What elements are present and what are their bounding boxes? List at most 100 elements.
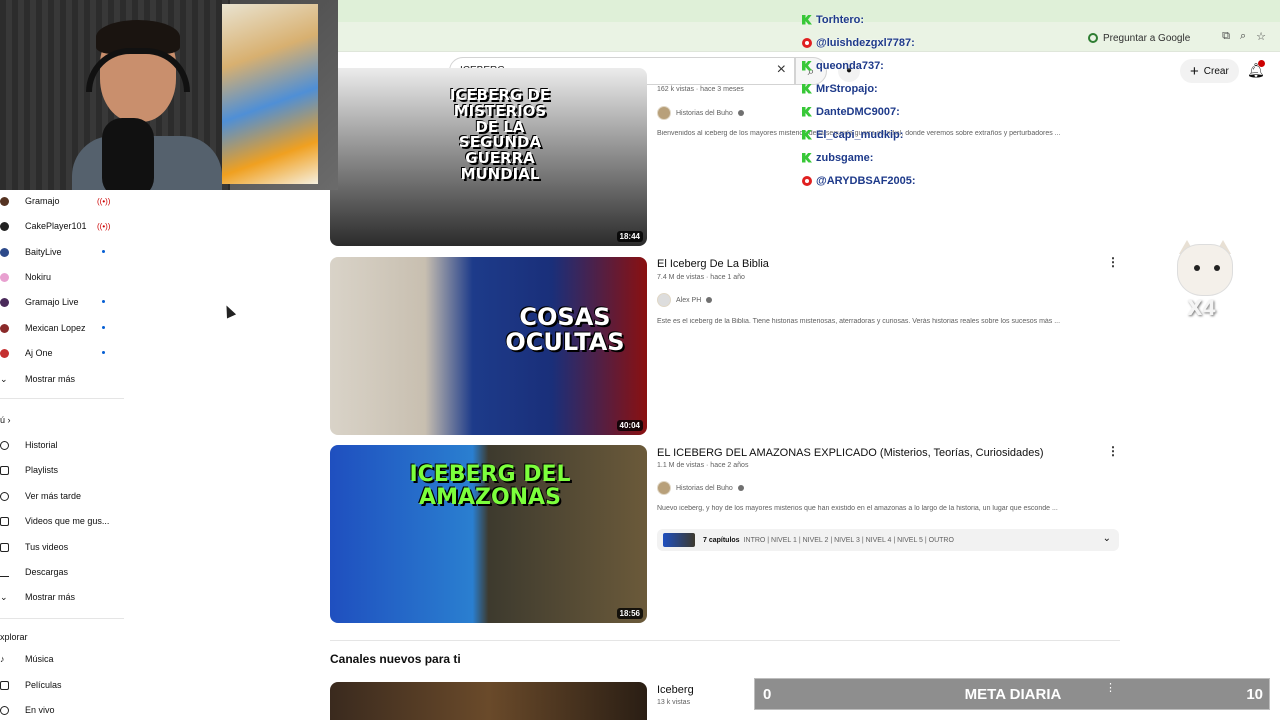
sidebar-item-movies[interactable]: Películas bbox=[0, 674, 124, 696]
channel-avatar bbox=[0, 323, 9, 333]
more-actions-icon[interactable]: ⋮ bbox=[1107, 445, 1119, 457]
channel-avatar bbox=[657, 293, 671, 307]
history-icon bbox=[0, 440, 9, 450]
sidebar-item-baitylive[interactable]: BaityLive bbox=[0, 241, 124, 263]
webcam-overlay bbox=[0, 0, 338, 190]
poster bbox=[222, 4, 318, 184]
sidebar-item-cakeplayer101[interactable]: CakePlayer101 ((•)) bbox=[0, 215, 124, 237]
channel-avatar bbox=[0, 297, 9, 307]
channel-name: Historias del Buho bbox=[676, 109, 733, 117]
chapters-count: 7 capítulos bbox=[703, 536, 740, 544]
thumbs-up-icon bbox=[0, 516, 9, 526]
chat-message: MrStropajo: bbox=[802, 77, 1272, 100]
video-duration: 18:56 bbox=[616, 608, 643, 619]
video-meta: 7.4 M de vistas · hace 1 año bbox=[657, 274, 745, 281]
sidebar: Gramajo ((•)) CakePlayer101 ((•)) BaityL… bbox=[0, 190, 124, 720]
sidebar-item-label: Mexican Lopez bbox=[25, 323, 86, 333]
sidebar-item-history[interactable]: Historial bbox=[0, 434, 124, 456]
clock-icon bbox=[0, 491, 9, 501]
screen: Preguntar a Google ⧉ ⌕ ☆ ICEBERG × ⌕ ● +… bbox=[0, 0, 1280, 720]
video-duration: 40:04 bbox=[616, 420, 643, 431]
sidebar-item-nokiru[interactable]: Nokiru bbox=[0, 266, 124, 288]
sidebar-divider bbox=[0, 618, 124, 619]
chat-message: @ARYDBSAF2005: bbox=[802, 169, 1272, 192]
sidebar-section-you[interactable]: ú › bbox=[0, 415, 11, 425]
chat-username: Torhtero: bbox=[816, 13, 865, 26]
video-thumbnail[interactable]: COSAS OCULTAS 40:04 bbox=[330, 257, 647, 435]
new-content-dot bbox=[102, 300, 105, 303]
chat-message: @luishdezgxl7787: bbox=[802, 31, 1272, 54]
sidebar-item-label: Música bbox=[25, 654, 54, 664]
sidebar-item-downloads[interactable]: Descargas bbox=[0, 561, 124, 583]
thumbnail-text: ICEBERG DEL AMAZONAS bbox=[409, 462, 571, 511]
emote-multiplier: X4 bbox=[1187, 296, 1217, 320]
channel-name: Historias del Buho bbox=[676, 484, 733, 492]
sidebar-item-label: Mostrar más bbox=[25, 592, 76, 602]
video-meta: 1.1 M de vistas · hace 2 años bbox=[657, 462, 749, 469]
chat-message: El_capi_mudkip: bbox=[802, 123, 1272, 146]
sidebar-item-watch-later[interactable]: Ver más tarde bbox=[0, 485, 124, 507]
sidebar-item-label: Aj One bbox=[25, 348, 53, 358]
music-note-icon: ♪ bbox=[0, 653, 5, 664]
channel-name: Alex PH bbox=[676, 296, 702, 304]
channel-avatar bbox=[0, 196, 9, 206]
sidebar-item-label: Historial bbox=[25, 440, 58, 450]
sidebar-item-gramajo[interactable]: Gramajo ((•)) bbox=[0, 190, 124, 212]
new-content-dot bbox=[102, 326, 105, 329]
sidebar-item-live[interactable]: En vivo bbox=[0, 699, 124, 720]
live-icon: ((•)) bbox=[97, 196, 111, 206]
youtube-icon bbox=[802, 37, 812, 48]
sidebar-item-label: Descargas bbox=[25, 567, 69, 577]
channel-title[interactable]: Iceberg bbox=[657, 684, 694, 696]
sidebar-divider bbox=[0, 398, 124, 399]
youtube-icon bbox=[802, 175, 812, 186]
video-channel[interactable]: Historias del Buho bbox=[657, 481, 744, 495]
sidebar-item-label: Playlists bbox=[25, 465, 59, 475]
video-title[interactable]: El Iceberg De La Biblia bbox=[657, 258, 769, 270]
channel-avatar bbox=[0, 247, 9, 257]
new-channels-heading: Canales nuevos para ti bbox=[330, 652, 461, 666]
sidebar-item-label: Nokiru bbox=[25, 272, 52, 282]
sidebar-item-label: Ver más tarde bbox=[25, 491, 82, 501]
chapters-bar[interactable]: 7 capítulos INTRO | NIVEL 1 | NIVEL 2 | … bbox=[657, 529, 1119, 551]
channel-thumbnail[interactable] bbox=[330, 682, 647, 720]
sidebar-item-gramajo-live[interactable]: Gramajo Live bbox=[0, 291, 124, 313]
chevron-down-icon[interactable]: ⌄ bbox=[1103, 533, 1111, 544]
cat-face bbox=[1177, 244, 1233, 296]
sidebar-item-playlists[interactable]: Playlists bbox=[0, 459, 124, 481]
sidebar-item-liked-videos[interactable]: Videos que me gus... bbox=[0, 510, 124, 532]
sidebar-item-your-videos[interactable]: Tus videos bbox=[0, 536, 124, 558]
sidebar-item-music[interactable]: ♪ Música bbox=[0, 648, 124, 670]
cat-eye bbox=[1194, 265, 1200, 271]
sidebar-item-label: BaityLive bbox=[25, 247, 62, 257]
kick-icon bbox=[802, 14, 812, 25]
verified-icon bbox=[737, 485, 744, 491]
sidebar-show-more-subscriptions[interactable]: ⌄ Mostrar más bbox=[0, 368, 124, 390]
sidebar-section-explore: xplorar bbox=[0, 632, 28, 642]
sidebar-item-label: En vivo bbox=[25, 705, 55, 715]
video-thumbnail[interactable]: ICEBERG DE MISTERIOS DE LA SEGUNDA GUERR… bbox=[330, 68, 647, 246]
sidebar-show-more-you[interactable]: ⌄ Mostrar más bbox=[0, 586, 124, 608]
mouse-cursor bbox=[221, 303, 237, 319]
goal-target: 10 bbox=[1246, 686, 1263, 703]
video-channel[interactable]: Historias del Buho bbox=[657, 106, 744, 120]
chat-message: DanteDMC9007: bbox=[802, 100, 1272, 123]
sidebar-item-label: Mostrar más bbox=[25, 374, 76, 384]
video-thumbnail[interactable]: ICEBERG DEL AMAZONAS 18:56 bbox=[330, 445, 647, 623]
sidebar-item-label: CakePlayer101 bbox=[25, 221, 87, 231]
chevron-down-icon: ⌄ bbox=[0, 591, 8, 602]
sidebar-item-mexican-lopez[interactable]: Mexican Lopez bbox=[0, 317, 124, 339]
download-icon bbox=[0, 568, 9, 577]
sidebar-item-aj-one[interactable]: Aj One bbox=[0, 342, 124, 364]
new-content-dot bbox=[102, 351, 105, 354]
cat-emote-overlay: X4 bbox=[1175, 240, 1235, 320]
video-channel[interactable]: Alex PH bbox=[657, 293, 713, 307]
clear-search-icon[interactable]: × bbox=[777, 61, 786, 79]
video-title[interactable]: EL ICEBERG DEL AMAZONAS EXPLICADO (Miste… bbox=[657, 447, 1044, 459]
playlists-icon bbox=[0, 465, 9, 475]
video-description: Este es el iceberg de la Biblia. Tiene h… bbox=[657, 318, 1061, 325]
more-actions-icon[interactable]: ⋮ bbox=[1107, 256, 1119, 268]
chat-username: queonda737: bbox=[816, 59, 884, 72]
chat-username: zubsgame: bbox=[816, 151, 874, 164]
new-content-dot bbox=[102, 250, 105, 253]
